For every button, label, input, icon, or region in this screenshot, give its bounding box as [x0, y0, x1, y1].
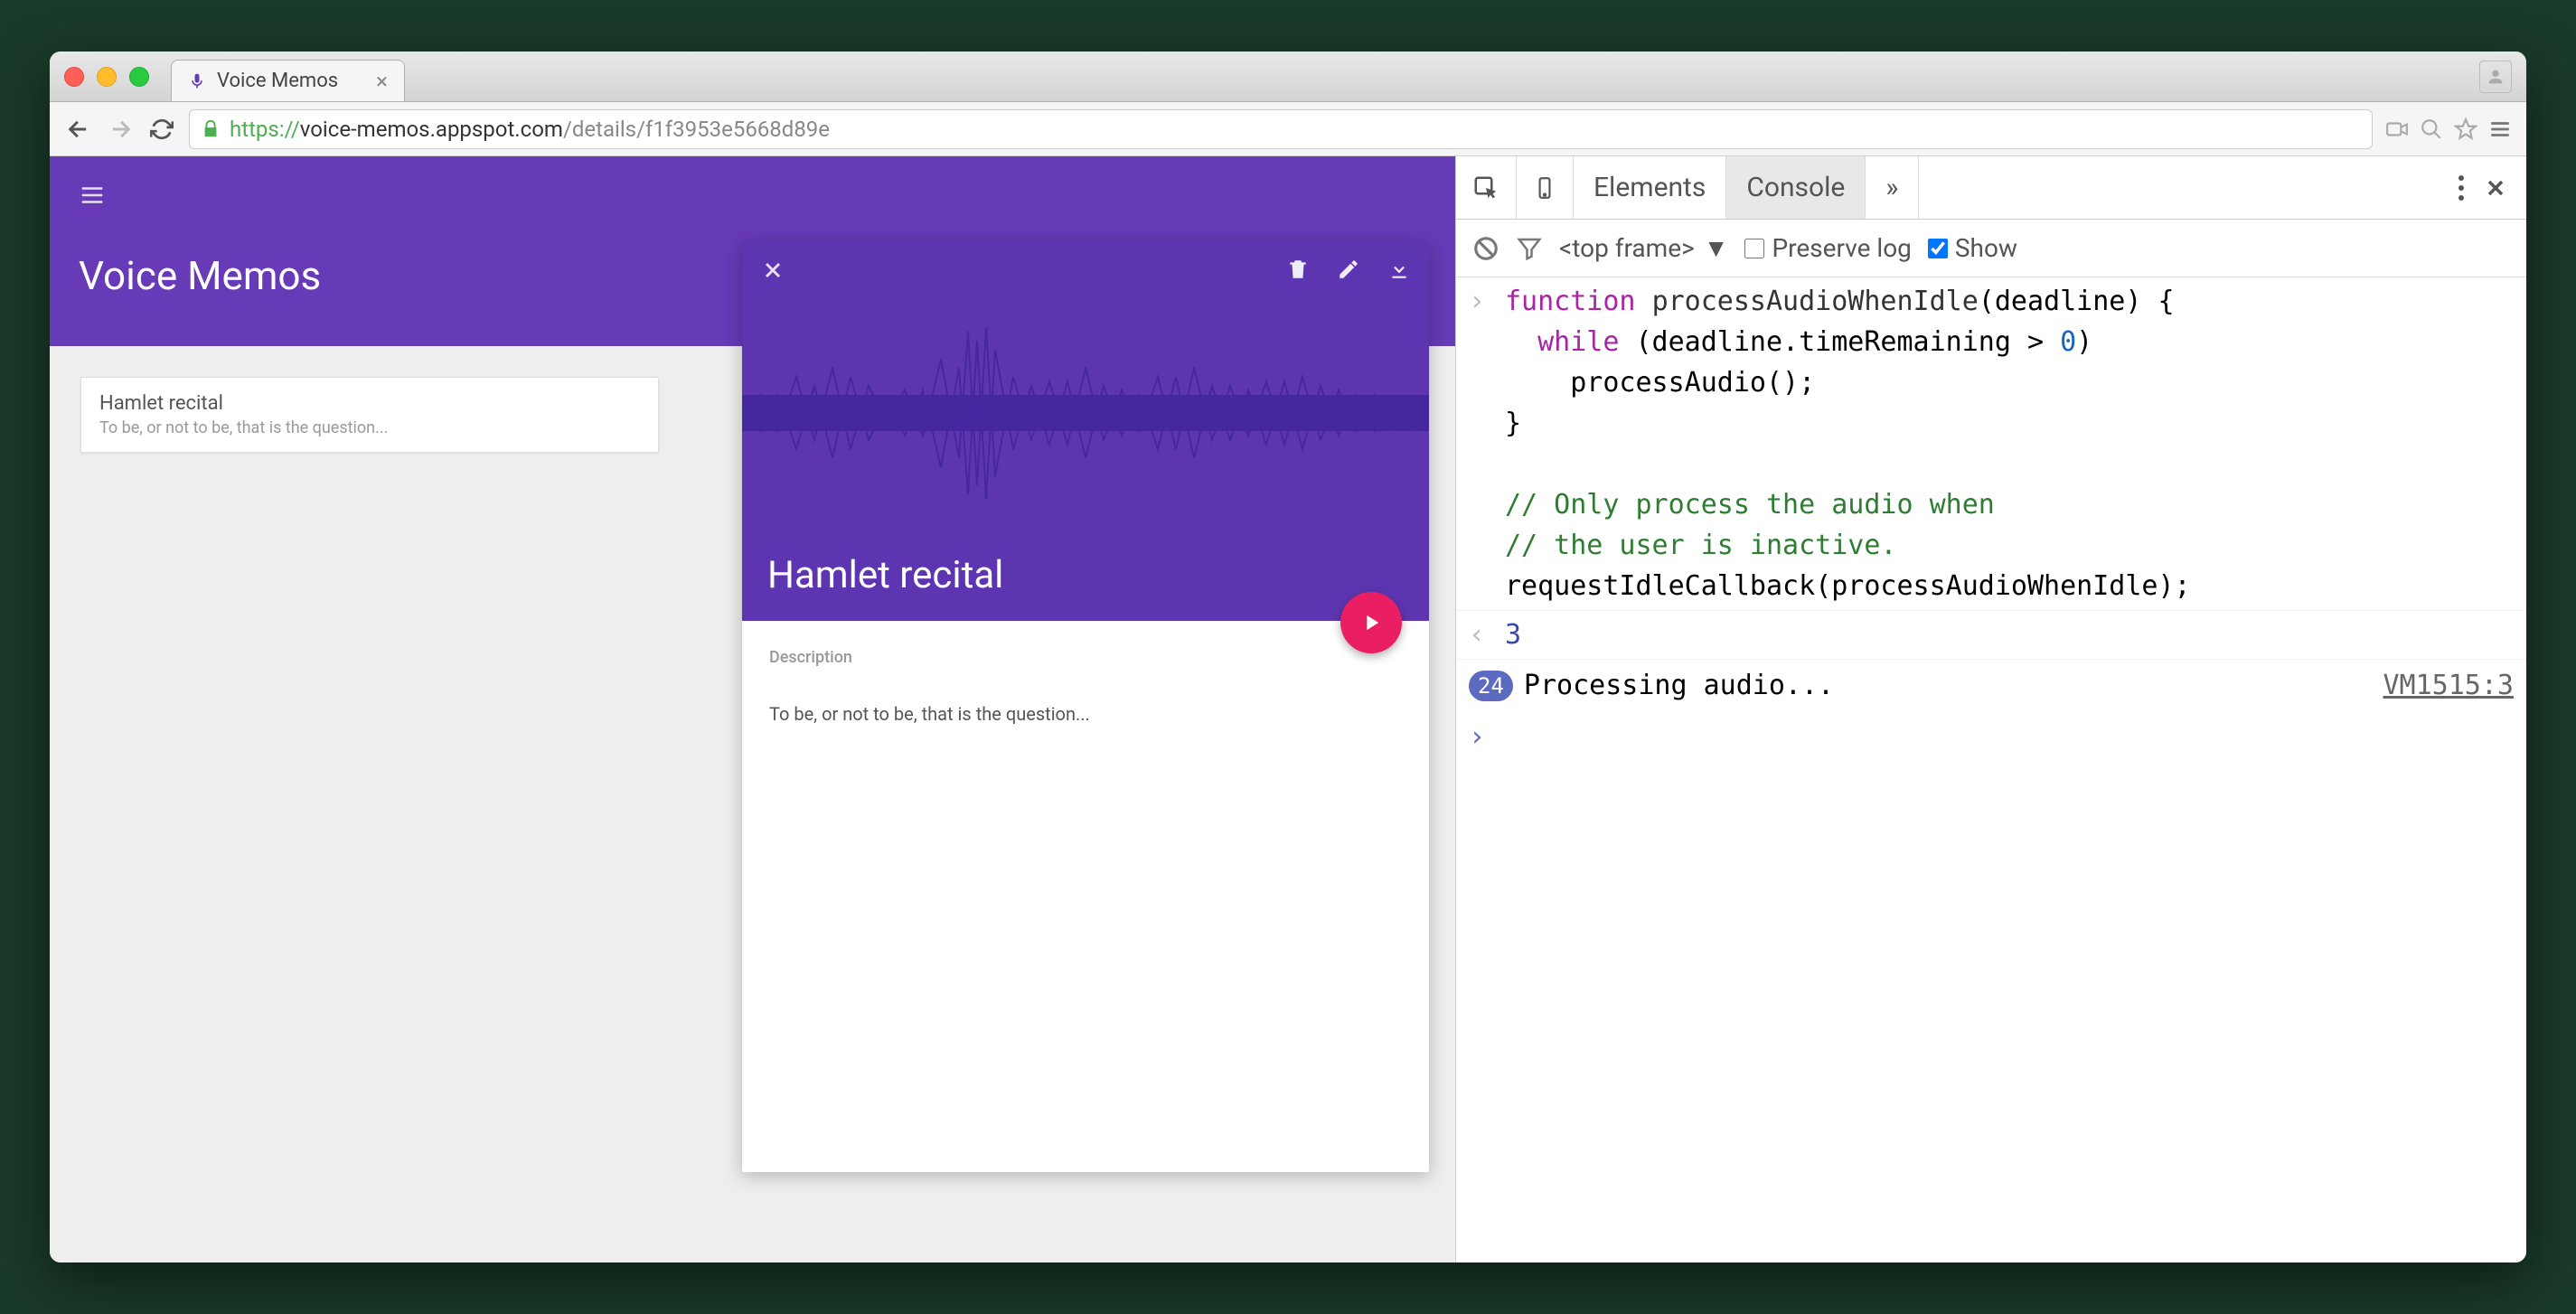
devtools-tabs: Elements Console »: [1456, 156, 2526, 220]
close-window-button[interactable]: [64, 67, 84, 87]
forward-button[interactable]: [106, 115, 135, 144]
delete-icon[interactable]: [1286, 258, 1310, 281]
frame-selector[interactable]: <top frame> ▼: [1559, 233, 1728, 263]
console-toolbar: <top frame> ▼ Preserve log Show: [1456, 220, 2526, 277]
kebab-icon[interactable]: [2458, 174, 2465, 202]
memo-item-subtitle: To be, or not to be, that is the questio…: [99, 418, 640, 437]
memo-item[interactable]: Hamlet recital To be, or not to be, that…: [80, 377, 659, 453]
preserve-log-label: Preserve log: [1772, 233, 1911, 263]
description-label: Description: [769, 648, 1402, 667]
device-icon[interactable]: [1517, 156, 1574, 219]
download-icon[interactable]: [1387, 258, 1411, 281]
url-text: https://voice-memos.appspot.com/details/…: [230, 117, 830, 142]
address-bar[interactable]: https://voice-memos.appspot.com/details/…: [189, 109, 2373, 149]
filter-icon[interactable]: [1516, 235, 1543, 262]
zoom-icon[interactable]: [2420, 117, 2443, 141]
devtools-close-icon[interactable]: [2483, 175, 2508, 201]
output-chevron-icon: ‹: [1469, 615, 1505, 655]
browser-window: Voice Memos × https://voice-memos.appspo…: [50, 52, 2526, 1262]
waveform-icon: [742, 305, 1429, 521]
memo-item-title: Hamlet recital: [99, 392, 640, 415]
tab-title: Voice Memos: [217, 70, 338, 92]
content-area: Voice Memos Hamlet recital To be, or not…: [50, 156, 2526, 1262]
preserve-log-input[interactable]: [1744, 239, 1764, 258]
url-path: /details/f1f3953e5668d89e: [563, 117, 830, 142]
titlebar: Voice Memos ×: [50, 52, 2526, 102]
toolbar-icons: [2385, 117, 2512, 141]
profile-button[interactable]: [2479, 61, 2512, 93]
mic-icon: [188, 72, 206, 90]
show-checkbox[interactable]: Show: [1928, 233, 2017, 263]
hamburger-icon[interactable]: [79, 182, 1426, 209]
tab-elements[interactable]: Elements: [1574, 156, 1726, 219]
tab-console[interactable]: Console: [1726, 156, 1866, 219]
inspect-icon[interactable]: [1456, 156, 1517, 219]
back-button[interactable]: [64, 115, 93, 144]
url-protocol: https://: [230, 117, 300, 142]
console-output[interactable]: › function processAudioWhenIdle(deadline…: [1456, 277, 2526, 1262]
devtools-panel: Elements Console » <top frame> ▼ Preserv…: [1455, 156, 2526, 1262]
detail-actions: [1286, 258, 1411, 281]
frame-selector-label: <top frame>: [1559, 233, 1695, 263]
log-count-badge: 24: [1469, 671, 1513, 701]
show-input[interactable]: [1928, 239, 1948, 258]
memo-detail-card: Hamlet recital Description To be, or not…: [742, 241, 1429, 1172]
minimize-window-button[interactable]: [97, 67, 117, 87]
log-message: Processing audio...: [1524, 665, 1834, 706]
chevron-down-icon: ▼: [1704, 233, 1729, 263]
input-chevron-icon: ›: [1469, 281, 1505, 606]
console-code: function processAudioWhenIdle(deadline) …: [1505, 281, 2514, 606]
preserve-log-checkbox[interactable]: Preserve log: [1744, 233, 1911, 263]
reload-button[interactable]: [147, 115, 176, 144]
browser-toolbar: https://voice-memos.appspot.com/details/…: [50, 102, 2526, 156]
browser-tab[interactable]: Voice Memos ×: [171, 60, 405, 101]
star-icon[interactable]: [2454, 117, 2477, 141]
camera-icon[interactable]: [2385, 117, 2409, 141]
console-log-line: 24 Processing audio... VM1515:3: [1456, 660, 2526, 711]
url-host: voice-memos.appspot.com: [300, 117, 563, 142]
play-button[interactable]: [1340, 592, 1402, 653]
console-return: 3: [1505, 615, 1521, 655]
clear-console-icon[interactable]: [1472, 235, 1500, 262]
lock-icon: [201, 119, 221, 139]
traffic-lights: [64, 67, 149, 87]
show-label: Show: [1955, 233, 2017, 263]
description-text: To be, or not to be, that is the questio…: [769, 703, 1402, 725]
close-icon[interactable]: [760, 258, 785, 283]
log-source[interactable]: VM1515:3: [2383, 665, 2515, 706]
maximize-window-button[interactable]: [129, 67, 149, 87]
detail-header: Hamlet recital: [742, 241, 1429, 621]
voice-memos-app: Voice Memos Hamlet recital To be, or not…: [50, 156, 1455, 1262]
detail-title: Hamlet recital: [767, 553, 1003, 597]
detail-body: Description To be, or not to be, that is…: [742, 621, 1429, 752]
menu-icon[interactable]: [2488, 117, 2512, 141]
tab-close-icon[interactable]: ×: [376, 69, 388, 94]
edit-icon[interactable]: [1337, 258, 1360, 281]
tab-overflow[interactable]: »: [1866, 156, 1919, 219]
console-prompt[interactable]: ›: [1456, 711, 2526, 763]
